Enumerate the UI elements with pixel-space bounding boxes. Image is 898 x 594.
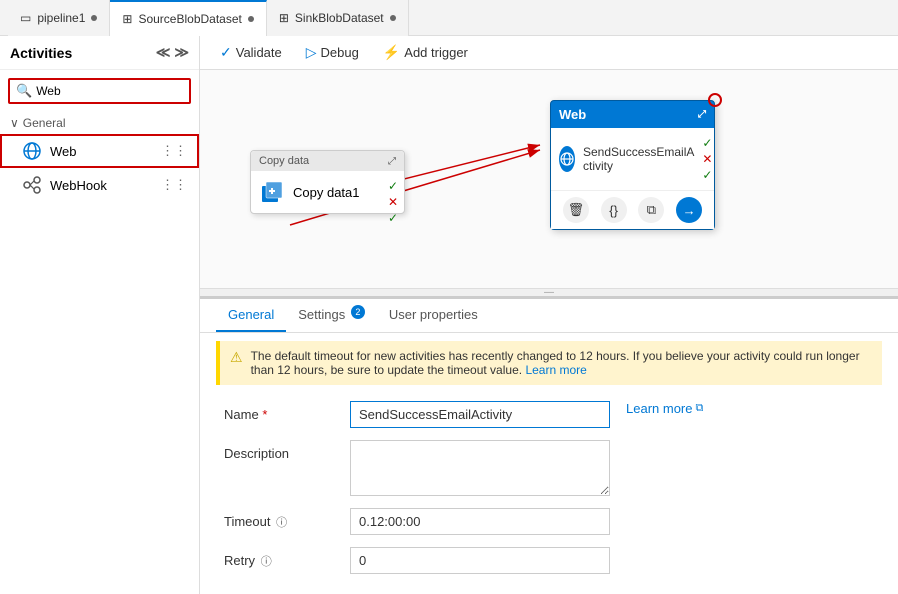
property-tabs: General Settings 2 User properties [200,299,898,333]
web-checkmarks: ✓ ✕ ✓ [702,136,712,182]
go-button[interactable]: → [676,197,702,223]
external-link-icon: ⧉ [695,402,703,415]
category-general[interactable]: ∨ General [0,112,199,134]
search-box: 🔍 [8,78,191,104]
tab-modified-dot2 [248,16,254,22]
check-success: ✓ [388,179,398,193]
web-check-completion: ✓ [702,168,712,182]
web-resize-icon: ⤢ [698,109,706,120]
toolbar: ✓ Validate ▷ Debug ⚡ Add trigger [200,36,898,70]
category-label: General [23,116,66,130]
validate-button[interactable]: ✓ Validate [216,42,286,63]
web-item-actions: ⋮⋮ [161,143,187,159]
copy-resize-icon: ⤢ [388,156,396,167]
sidebar-header-icons: ≪ ≫ [156,44,189,61]
web-activity[interactable]: Web ⤢ SendSuccessEmailActivity ✓ ✕ [550,100,715,230]
description-row: Description [224,440,874,496]
tab-sinkblobdataset[interactable]: ⊞ SinkBlobDataset [267,0,409,36]
web-check-success: ✓ [702,136,712,150]
table-icon: ⊞ [122,12,132,26]
settings-badge: 2 [351,305,365,319]
warning-banner: ⚠ The default timeout for new activities… [216,341,882,385]
tab-pipeline1[interactable]: ▭ pipeline1 [8,0,110,36]
web-activity-toolbar: 🗑 {} ⧉ → [551,190,714,229]
code-button[interactable]: {} [601,197,627,223]
tab-modified-dot3 [390,15,396,21]
description-input[interactable] [350,440,610,496]
web-check-failure: ✕ [702,152,712,166]
required-indicator: * [262,407,267,422]
webhook-item-actions: ⋮⋮ [161,177,187,193]
check-failure: ✕ [388,195,398,209]
name-label: Name * [224,401,334,422]
tab-sourceblobdataset[interactable]: ⊞ SourceBlobDataset [110,0,266,36]
divider-icon: — [544,287,554,296]
copy-data-activity[interactable]: Copy data ⤢ Copy data1 ✓ ✕ [250,150,405,214]
description-label: Description [224,440,334,461]
retry-input[interactable] [350,547,610,574]
sidebar-item-web[interactable]: Web ⋮⋮ [0,134,199,168]
red-circle-indicator [708,93,722,107]
copy-data-header: Copy data ⤢ [251,151,404,171]
check-completion: ✓ [388,211,398,225]
web-icon [22,141,42,161]
expand-icon[interactable]: ≫ [174,44,189,61]
webhook-icon [22,175,42,195]
copy-data-body: Copy data1 [251,171,404,213]
warning-icon: ⚠ [230,349,243,377]
copy-button[interactable]: ⧉ [638,197,664,223]
sidebar-item-webhook[interactable]: WebHook ⋮⋮ [0,168,199,202]
timeout-label: Timeout ⓘ [224,508,334,530]
retry-info-icon[interactable]: ⓘ [261,556,272,568]
tab-user-properties[interactable]: User properties [377,299,490,332]
web-activity-name: SendSuccessEmailActivity [583,145,694,173]
pipeline-canvas[interactable]: Copy data ⤢ Copy data1 ✓ ✕ [200,70,898,296]
chevron-down-icon: ∨ [10,116,19,130]
learn-more-link[interactable]: Learn more ⧉ [626,401,703,416]
timeout-row: Timeout ⓘ [224,508,874,535]
table-icon2: ⊞ [279,11,289,25]
pipeline-icon: ▭ [20,11,31,25]
timeout-input[interactable] [350,508,610,535]
trigger-icon: ⚡ [383,44,400,61]
drag-icon2: ⋮⋮ [161,177,187,193]
copy-checkmarks: ✓ ✕ ✓ [388,179,398,225]
retry-label: Retry ⓘ [224,547,334,569]
debug-button[interactable]: ▷ Debug [302,42,363,63]
web-globe-icon [559,146,575,172]
properties-panel: General Settings 2 User properties ⚠ The… [200,296,898,594]
sidebar-web-label: Web [50,144,77,159]
sidebar-header: Activities ≪ ≫ [0,36,199,70]
tab-bar: ▭ pipeline1 ⊞ SourceBlobDataset ⊞ SinkBl… [0,0,898,36]
main-layout: Activities ≪ ≫ 🔍 ∨ General Web [0,36,898,594]
web-activity-body: SendSuccessEmailActivity ✓ ✕ ✓ [551,128,714,190]
drag-icon: ⋮⋮ [161,143,187,159]
copy-data-icon [259,179,285,205]
sidebar-title: Activities [10,45,72,61]
name-input[interactable] [350,401,610,428]
tab-settings[interactable]: Settings 2 [286,299,377,332]
form-area: Name * Learn more ⧉ Description [200,393,898,594]
sidebar-webhook-label: WebHook [50,178,107,193]
sidebar: Activities ≪ ≫ 🔍 ∨ General Web [0,36,200,594]
name-row: Name * Learn more ⧉ [224,401,874,428]
warning-learn-more-link[interactable]: Learn more [525,363,586,377]
validate-icon: ✓ [220,44,232,61]
debug-icon: ▷ [306,44,317,61]
web-activity-header: Web ⤢ [551,101,714,128]
canvas-area: ✓ Validate ▷ Debug ⚡ Add trigger [200,36,898,594]
copy-data-name: Copy data1 [293,185,360,200]
search-input[interactable] [36,84,183,98]
search-icon: 🔍 [16,83,32,99]
tab-modified-dot [91,15,97,21]
add-trigger-button[interactable]: ⚡ Add trigger [379,42,472,63]
collapse-icon[interactable]: ≪ [156,44,171,61]
tab-general[interactable]: General [216,299,286,332]
timeout-info-icon[interactable]: ⓘ [276,517,287,529]
divider-handle[interactable]: — [200,288,898,296]
retry-row: Retry ⓘ [224,547,874,574]
delete-button[interactable]: 🗑 [563,197,589,223]
